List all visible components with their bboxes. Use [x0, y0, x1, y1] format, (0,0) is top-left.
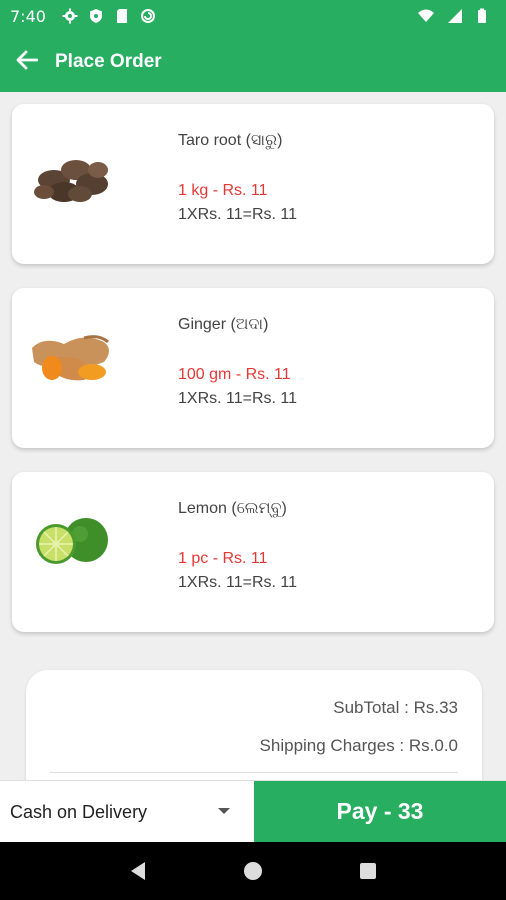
- checkout-bar: Cash on Delivery Pay - 33: [0, 780, 506, 842]
- page-title: Place Order: [55, 51, 162, 72]
- order-content[interactable]: Taro root (ସାରୁ) 1 kg - Rs. 11 1XRs. 11=…: [0, 92, 506, 780]
- home-circle-icon[interactable]: [238, 856, 268, 886]
- lemon-image: [24, 502, 116, 582]
- item-name: Lemon (ଲେମ୍ବୁ): [178, 500, 287, 517]
- arrow-back-icon: [16, 50, 39, 75]
- item-price: 1 kg - Rs. 11: [178, 182, 268, 199]
- order-item-card: Taro root (ସାରୁ) 1 kg - Rs. 11 1XRs. 11=…: [12, 104, 494, 264]
- item-price: 1 pc - Rs. 11: [178, 550, 268, 567]
- summary-divider: [50, 772, 458, 773]
- battery-icon: [474, 8, 490, 24]
- ginger-image: [24, 318, 116, 398]
- order-summary-card: SubTotal : Rs.33 Shipping Charges : Rs.0…: [26, 670, 482, 780]
- back-triangle-icon[interactable]: [123, 856, 153, 886]
- item-name: Taro root (ସାରୁ): [178, 132, 283, 149]
- status-time: 7:40: [10, 6, 46, 26]
- item-name: Ginger (ଅଦା): [178, 316, 269, 333]
- sim-card-icon: [114, 8, 130, 24]
- pay-button[interactable]: Pay - 33: [254, 781, 506, 842]
- app-bar: Place Order: [0, 32, 506, 92]
- item-calculation: 1XRs. 11=Rs. 11: [178, 206, 298, 223]
- subtotal-text: SubTotal : Rs.33: [333, 698, 458, 717]
- dropdown-arrow-icon: [218, 808, 230, 814]
- wifi-icon: [418, 8, 434, 24]
- payment-method-label: Cash on Delivery: [10, 801, 148, 822]
- status-bar: 7:40: [0, 0, 506, 32]
- item-calculation: 1XRs. 11=Rs. 11: [178, 574, 298, 591]
- taro-root-image: [24, 134, 116, 214]
- order-item-card: Lemon (ଲେମ୍ବୁ) 1 pc - Rs. 11 1XRs. 11=Rs…: [12, 472, 494, 632]
- item-price: 100 gm - Rs. 11: [178, 366, 291, 383]
- order-item-card: Ginger (ଅଦା) 100 gm - Rs. 11 1XRs. 11=Rs…: [12, 288, 494, 448]
- item-calculation: 1XRs. 11=Rs. 11: [178, 390, 298, 407]
- status-right-icons: [412, 8, 496, 24]
- payment-method-dropdown[interactable]: Cash on Delivery: [0, 781, 254, 843]
- shield-icon: [88, 8, 104, 24]
- sync-icon: [140, 8, 156, 24]
- shipping-charges-text: Shipping Charges : Rs.0.0: [259, 736, 458, 755]
- settings-icon: [62, 8, 78, 24]
- back-button[interactable]: [0, 32, 54, 92]
- system-nav-bar: [0, 842, 506, 900]
- recents-square-icon[interactable]: [353, 856, 383, 886]
- signal-icon: [446, 8, 462, 24]
